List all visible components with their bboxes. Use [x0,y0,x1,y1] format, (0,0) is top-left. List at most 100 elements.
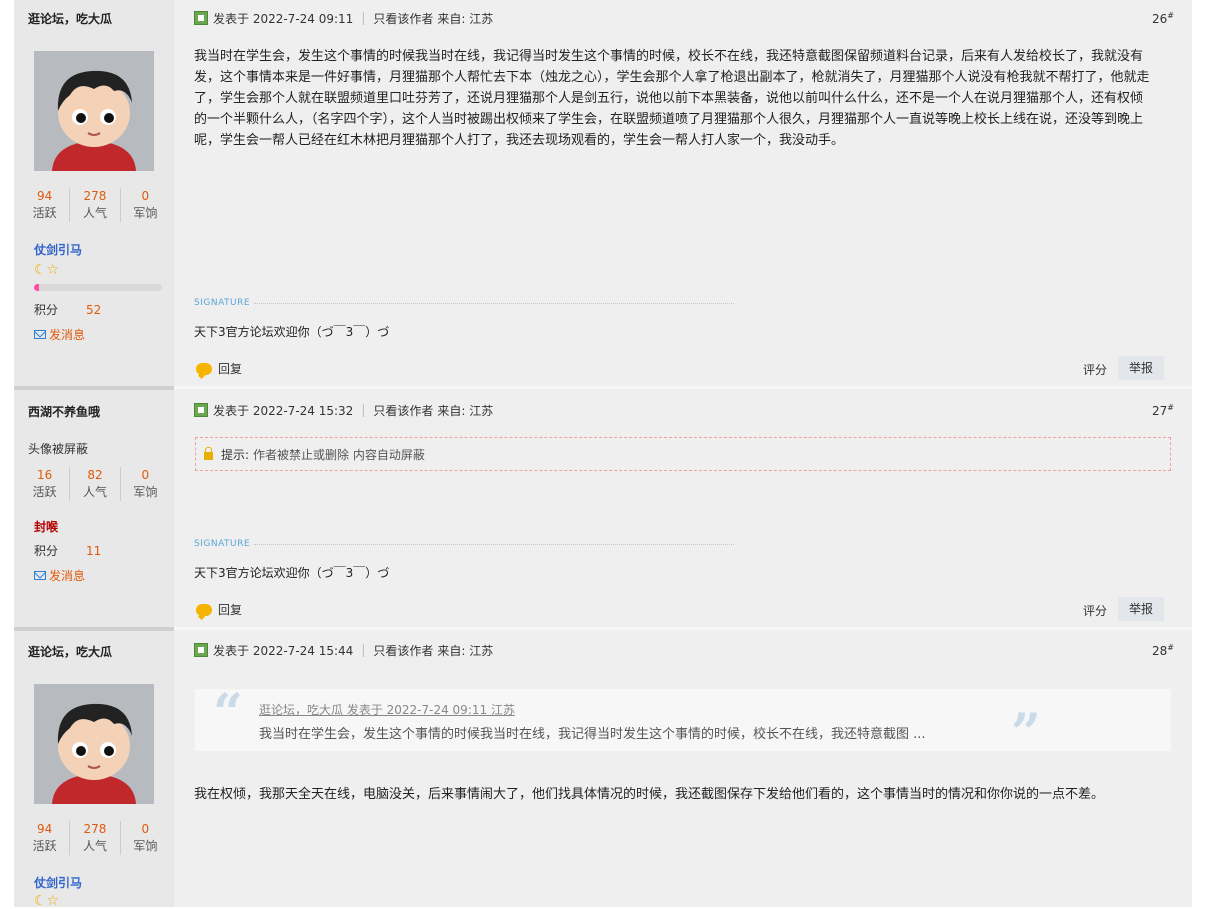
separator: | [361,11,366,25]
separator: | [361,403,366,417]
post-location: 来自: 江苏 [437,403,494,418]
post-header: 发表于 2022-7-24 15:44 | 只看该作者 来自: 江苏 28# [194,640,1174,660]
separator: | [361,643,366,657]
signature-label: SIGNATURE [194,298,735,308]
report-button[interactable]: 举报 [1118,597,1164,621]
post-27: 西湖不养鱼哦 头像被屏蔽 16 活跃 82 人气 0 军饷 封喉 积分 11 发消息 发… [14,390,1192,628]
rate-button[interactable]: 评分 [1083,602,1107,619]
stat-label: 活跃 [32,206,57,220]
send-message-link[interactable]: 发消息 [34,567,85,584]
floor-suffix: # [1167,10,1174,20]
stat-value: 0 [141,468,150,482]
floor-suffix: # [1167,402,1174,412]
signature-divider [254,302,735,304]
reply-label: 回复 [218,603,243,617]
post-content: 我当时在学生会，发生这个事情的时候我当时在线，我记得当时发生这个事情的时候，校长… [194,49,1150,148]
stat-value: 16 [37,468,53,482]
avatar-image [34,51,154,171]
author-name[interactable]: 逛论坛，吃大瓜 [28,10,112,27]
signature-text: 天下3官方论坛欢迎你（づ￣3￣）づ [194,566,390,580]
stat-pay[interactable]: 0 军饷 [121,467,170,501]
level-star-icon: ☾☆ [34,262,60,278]
thread-frame: 逛论坛，吃大瓜 94 活跃 278 人气 0 军饷 仗剑引马 ☾☆ 积分 52 发消息 … [14,0,1192,909]
only-author-link[interactable]: 只看该作者 [373,642,433,659]
stat-popularity[interactable]: 82 人气 [70,467,121,501]
author-stats: 94 活跃 278 人气 0 军饷 [20,821,170,855]
online-status-icon [194,643,208,657]
author-sidebar [14,390,174,628]
floor-number[interactable]: 28# [1152,643,1174,658]
score-row: 积分 11 [34,542,101,559]
avatar-image [34,684,154,804]
post-header: 发表于 2022-7-24 15:32 | 只看该作者 来自: 江苏 27# [194,400,1174,420]
signature-text: 天下3官方论坛欢迎你（づ￣3￣）づ [194,325,390,339]
post-location: 来自: 江苏 [437,11,494,26]
post-header: 发表于 2022-7-24 09:11 | 只看该作者 来自: 江苏 26# [194,8,1174,28]
reply-button[interactable]: 回复 [196,601,242,618]
stat-pay[interactable]: 0 军饷 [121,188,170,222]
score-value: 52 [86,303,102,317]
quote-text: 我当时在学生会，发生这个事情的时候我当时在线，我记得当时发生这个事情的时候，校长… [259,727,926,742]
score-value: 11 [86,544,102,558]
stat-popularity[interactable]: 278 人气 [70,821,121,855]
score-label: 积分 [34,303,59,317]
envelope-icon [34,571,46,580]
quote-source-link[interactable]: 逛论坛，吃大瓜 发表于 2022-7-24 09:11 江苏 [259,701,515,718]
floor-value: 27 [1152,403,1168,418]
floor-value: 28 [1152,643,1168,658]
post-divider [174,627,1192,630]
reply-button[interactable]: 回复 [196,360,242,377]
avatar[interactable] [34,684,154,804]
user-group[interactable]: 仗剑引马 [34,874,82,891]
report-button[interactable]: 举报 [1118,356,1164,380]
stat-active[interactable]: 16 活跃 [20,467,71,501]
author-stats: 16 活跃 82 人气 0 军饷 [20,467,170,501]
floor-number[interactable]: 26# [1152,11,1174,26]
signature-label-text: SIGNATURE [194,298,251,308]
stat-value: 278 [83,822,107,836]
signature-label-text: SIGNATURE [194,539,251,549]
author-name[interactable]: 西湖不养鱼哦 [28,403,100,420]
post-divider [174,386,1192,389]
rate-button[interactable]: 评分 [1083,361,1107,378]
user-group[interactable]: 仗剑引马 [34,241,82,258]
stat-label: 军饷 [133,485,158,499]
stat-label: 人气 [82,839,107,853]
send-message-label: 发消息 [49,328,86,342]
author-stats: 94 活跃 278 人气 0 军饷 [20,188,170,222]
stat-value: 0 [141,189,150,203]
user-group[interactable]: 封喉 [34,518,58,535]
post-time: 发表于 2022-7-24 09:11 [213,11,354,26]
avatar[interactable] [34,51,154,171]
online-status-icon [194,11,208,25]
lock-icon [204,447,213,460]
score-label: 积分 [34,544,59,558]
quote-block: “ 逛论坛，吃大瓜 发表于 2022-7-24 09:11 江苏 我当时在学生会… [195,683,1171,764]
post-28: 逛论坛，吃大瓜 94 活跃 278 人气 0 军饷 仗剑引马 ☾☆ 发表于 2022-… [14,631,1192,909]
envelope-icon [34,330,46,339]
only-author-link[interactable]: 只看该作者 [373,10,433,27]
stat-label: 军饷 [133,206,158,220]
stat-value: 94 [37,822,53,836]
stat-value: 94 [37,189,53,203]
floor-value: 26 [1152,11,1168,26]
send-message-link[interactable]: 发消息 [34,326,85,343]
stat-pay[interactable]: 0 军饷 [121,821,170,855]
stat-active[interactable]: 94 活跃 [20,821,71,855]
post-26: 逛论坛，吃大瓜 94 活跃 278 人气 0 军饷 仗剑引马 ☾☆ 积分 52 发消息 … [14,0,1192,388]
stat-label: 人气 [82,485,107,499]
reply-bubble-icon [196,362,212,375]
post-time: 发表于 2022-7-24 15:32 [213,403,354,418]
stat-active[interactable]: 94 活跃 [20,188,71,222]
post-location: 来自: 江苏 [437,643,494,658]
open-quote-icon: “ [213,683,243,744]
score-row: 积分 52 [34,301,101,318]
signature-divider [254,543,735,545]
notice-label: 提示: [221,447,250,462]
floor-number[interactable]: 27# [1152,403,1174,418]
stat-label: 人气 [82,206,107,220]
only-author-link[interactable]: 只看该作者 [373,402,433,419]
stat-value: 82 [87,468,103,482]
author-name[interactable]: 逛论坛，吃大瓜 [28,643,112,660]
stat-popularity[interactable]: 278 人气 [70,188,121,222]
